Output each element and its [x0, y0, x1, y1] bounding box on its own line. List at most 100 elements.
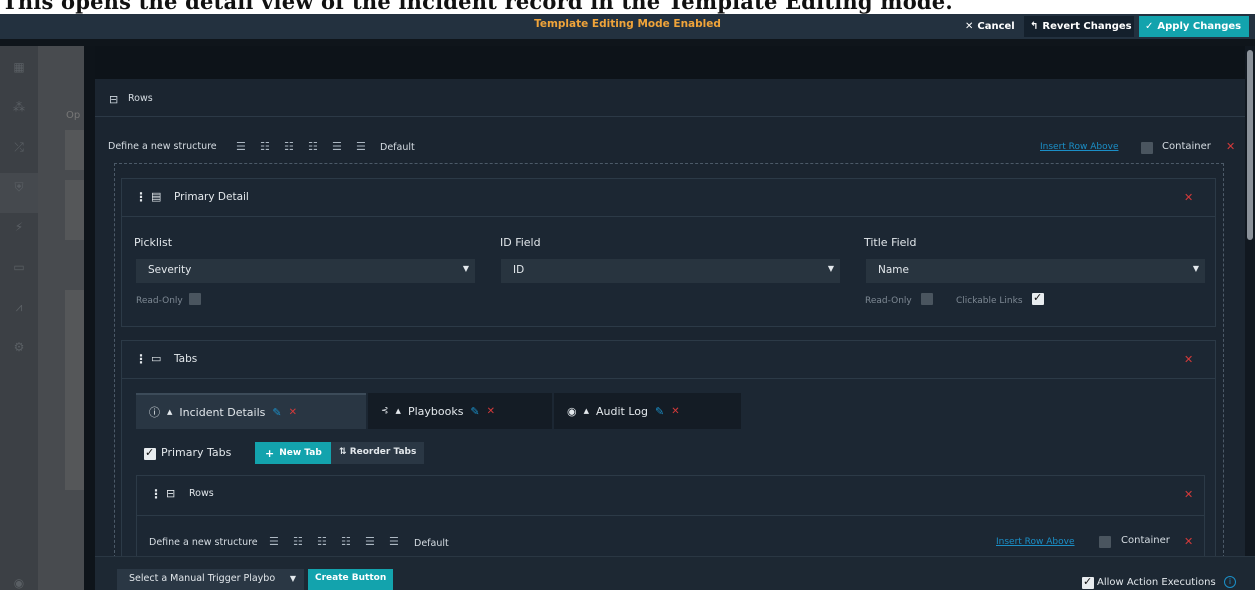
revert-changes-button[interactable]: ↰ Revert Changes	[1024, 16, 1134, 37]
dimmed-block	[65, 130, 84, 170]
layout-2-column-icon[interactable]: ☷	[260, 140, 270, 153]
help-icon[interactable]: ◉	[12, 576, 26, 590]
default-layout-option[interactable]: Default	[380, 142, 415, 153]
remove-panel-icon[interactable]: ✕	[1184, 191, 1193, 204]
drag-handle-icon[interactable]: ⋮	[150, 487, 162, 501]
edit-icon[interactable]: ✎	[470, 405, 479, 418]
shield-icon[interactable]: ⛨	[12, 180, 26, 194]
editor-top-band	[95, 46, 1245, 79]
outer-rows-title: Rows	[128, 93, 153, 104]
title-field-select[interactable]: Name ▼	[866, 259, 1205, 283]
template-editor: ⊟ Rows Define a new structure ☰ ☷ ☷ ☷ ☰ …	[95, 46, 1245, 556]
new-tab-button[interactable]: + New Tab	[255, 442, 332, 464]
create-button[interactable]: Create Button	[308, 569, 394, 590]
inner-rows-header: ⋮ ⊟ Rows ✕	[137, 476, 1204, 516]
vertical-scrollbar[interactable]	[1245, 46, 1255, 556]
primary-tabs-checkbox[interactable]	[144, 446, 156, 460]
header-divider	[0, 39, 1255, 46]
remove-tab-icon[interactable]: ✕	[289, 407, 297, 418]
allow-action-executions-checkbox[interactable]	[1082, 575, 1094, 589]
title-field-label: Title Field	[864, 236, 917, 249]
clickable-links-label: Clickable Links	[956, 296, 1023, 306]
caret-up-icon: ▲	[583, 407, 589, 415]
tab-audit-log[interactable]: ◉ ▲ Audit Log ✎ ✕	[554, 393, 741, 429]
layout-1-column-icon[interactable]: ☰	[269, 535, 279, 548]
default-layout-option[interactable]: Default	[414, 538, 449, 549]
layout-2-column-icon[interactable]: ☷	[293, 535, 303, 548]
tab-label: Audit Log	[596, 404, 648, 418]
layout-wide-right-icon[interactable]: ☰	[389, 535, 399, 548]
shuffle-icon[interactable]: ⤮	[12, 140, 26, 154]
container-checkbox[interactable]	[1099, 536, 1111, 548]
briefcase-icon[interactable]: ▭	[12, 260, 26, 274]
remove-row-icon[interactable]: ✕	[1184, 535, 1193, 548]
read-only-checkbox[interactable]	[189, 293, 201, 305]
drag-handle-icon[interactable]: ⋮	[135, 352, 147, 366]
edit-icon[interactable]: ✎	[655, 405, 664, 418]
inner-rows-title: Rows	[189, 488, 214, 499]
reorder-tabs-button[interactable]: ⇅ Reorder Tabs	[331, 442, 425, 464]
tab-label: Playbooks	[407, 404, 464, 418]
primary-detail-header: ⋮ ▤ Primary Detail ✕	[122, 179, 1215, 217]
dimmed-block	[65, 180, 84, 240]
layout-4-column-icon[interactable]: ☷	[341, 535, 351, 548]
caption-strip: This opens the detail view of the incide…	[0, 0, 1255, 14]
info-icon[interactable]: i	[1224, 576, 1236, 588]
chart-icon[interactable]: ⩘	[12, 300, 26, 314]
insert-row-above-link[interactable]: Insert Row Above	[996, 537, 1075, 547]
remove-row-icon[interactable]: ✕	[1184, 488, 1193, 501]
title-field-value: Name	[878, 264, 909, 276]
outer-rows-header: ⊟ Rows	[95, 79, 1245, 117]
folder-icon: ▭	[151, 352, 162, 365]
check-icon: ✓	[1145, 21, 1154, 32]
container-checkbox[interactable]	[1141, 142, 1153, 154]
container-label: Container	[1121, 535, 1170, 546]
settings-icon[interactable]: ⚙	[12, 340, 26, 354]
tabs-header: ⋮ ▭ Tabs ✕	[122, 341, 1215, 379]
picklist-select[interactable]: Severity ▼	[136, 259, 475, 283]
id-field-select[interactable]: ID ▼	[501, 259, 840, 283]
layout-1-column-icon[interactable]: ☰	[236, 140, 246, 153]
dashboard-icon[interactable]: ▦	[12, 60, 26, 74]
close-icon: ✕	[965, 21, 974, 32]
queue-icon[interactable]: ⁂	[12, 100, 26, 114]
chevron-down-icon: ▼	[289, 574, 296, 583]
layout-3-column-icon[interactable]: ☷	[317, 535, 327, 548]
edit-icon[interactable]: ✎	[272, 406, 281, 419]
clickable-links-checkbox[interactable]	[1032, 291, 1044, 305]
cancel-label: Cancel	[977, 21, 1015, 32]
drag-handle-icon[interactable]: ⋮	[135, 190, 147, 204]
revert-label: Revert Changes	[1042, 21, 1132, 32]
tabs-panel: ⋮ ▭ Tabs ✕ ⓘ ▲ Incident Details ✎ ✕ ⊰ ▲ …	[121, 340, 1216, 556]
cancel-button[interactable]: ✕ Cancel	[959, 16, 1021, 37]
remove-panel-icon[interactable]: ✕	[1184, 353, 1193, 366]
manual-trigger-select[interactable]: Select a Manual Trigger Playbo ▼	[117, 569, 304, 590]
insert-row-above-link[interactable]: Insert Row Above	[1040, 142, 1119, 152]
remove-row-icon[interactable]: ✕	[1226, 140, 1235, 153]
bolt-icon[interactable]: ⚡	[12, 220, 26, 234]
clipboard-icon: ▤	[151, 190, 162, 203]
chevron-down-icon: ▼	[827, 264, 834, 273]
layout-3-column-icon[interactable]: ☷	[284, 140, 294, 153]
reorder-label: Reorder Tabs	[349, 447, 417, 457]
template-mode-bar: Template Editing Mode Enabled ✕ Cancel ↰…	[0, 14, 1255, 39]
layout-wide-right-icon[interactable]: ☰	[356, 140, 366, 153]
id-field-value: ID	[513, 264, 525, 276]
layout-4-column-icon[interactable]: ☷	[308, 140, 318, 153]
caption-text: This opens the detail view of the incide…	[2, 0, 953, 14]
scrollbar-thumb[interactable]	[1247, 50, 1253, 240]
chevron-down-icon: ▼	[462, 264, 469, 273]
define-structure-label: Define a new structure	[108, 141, 217, 152]
remove-tab-icon[interactable]: ✕	[487, 406, 495, 417]
apply-changes-button[interactable]: ✓ Apply Changes	[1139, 16, 1249, 37]
title-read-only-checkbox[interactable]	[921, 293, 933, 305]
tab-playbooks[interactable]: ⊰ ▲ Playbooks ✎ ✕	[368, 393, 552, 429]
remove-tab-icon[interactable]: ✕	[671, 406, 679, 417]
playbook-icon: ⊰	[381, 406, 389, 416]
tab-incident-details[interactable]: ⓘ ▲ Incident Details ✎ ✕	[136, 393, 366, 429]
layout-wide-left-icon[interactable]: ☰	[365, 535, 375, 548]
define-structure-label: Define a new structure	[149, 537, 258, 548]
layout-wide-left-icon[interactable]: ☰	[332, 140, 342, 153]
inner-rows-panel: ⋮ ⊟ Rows ✕ Define a new structure ☰ ☷ ☷ …	[136, 475, 1205, 556]
caret-up-icon: ▲	[167, 408, 173, 416]
